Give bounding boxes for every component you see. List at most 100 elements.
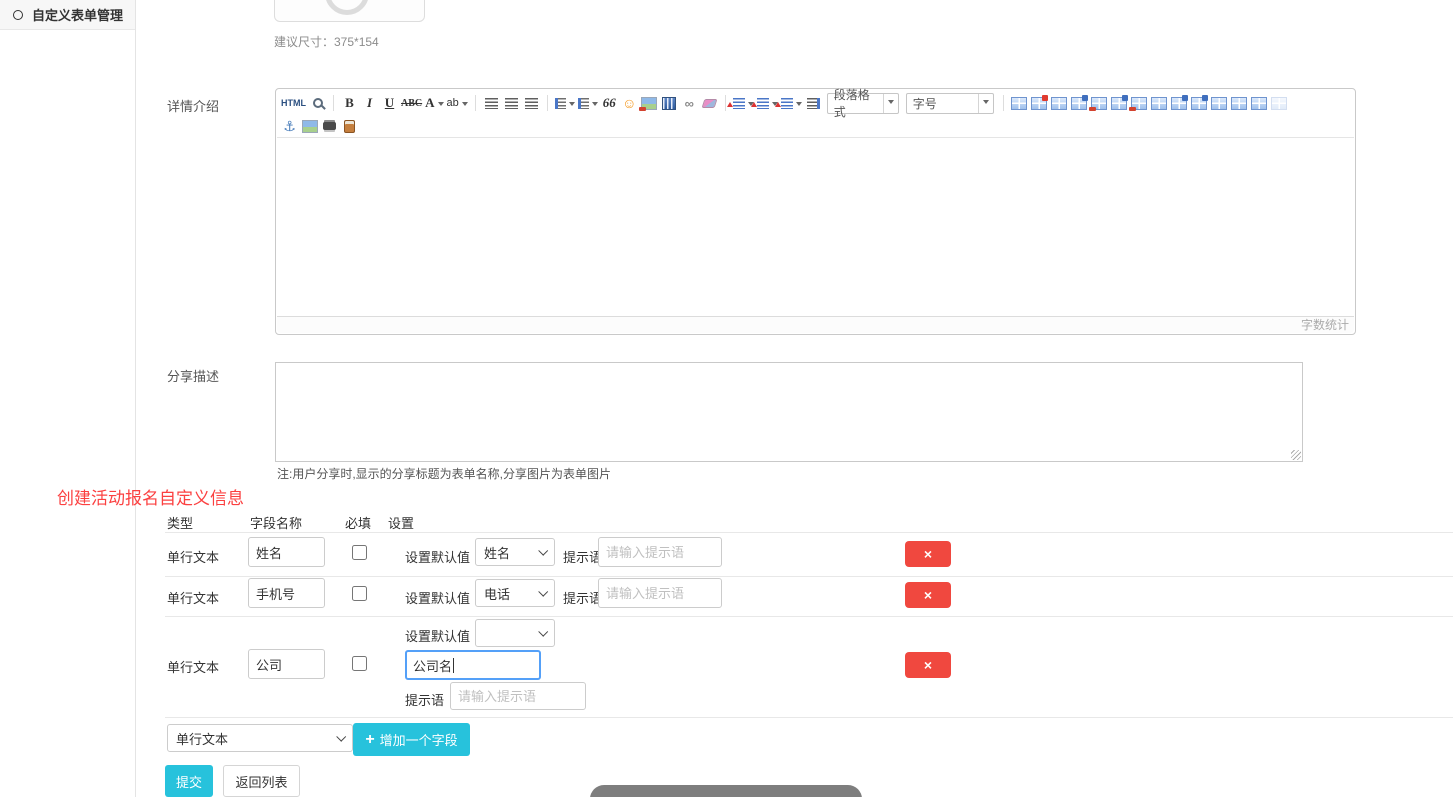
row-type-label: 单行文本 [167,588,219,607]
chevron-down-icon [538,627,548,637]
merge-cells-button[interactable] [1151,94,1168,113]
default-value-select[interactable]: 姓名 [475,538,555,566]
anchor-button[interactable]: ⚓ [281,117,298,136]
sidebar-item-custom-form-management[interactable]: 自定义表单管理 [0,0,135,30]
insert-table-button[interactable] [1011,94,1028,113]
new-field-type-select[interactable]: 单行文本 [167,724,353,752]
prompt-input[interactable] [450,682,586,710]
prompt-input[interactable] [598,537,722,567]
ordered-list-button[interactable] [555,94,575,113]
field-name-input[interactable] [248,578,325,608]
share-note: 注:用户分享时,显示的分享标题为表单名称,分享图片为表单图片 [277,465,611,482]
field-name-input[interactable] [248,649,325,679]
paste-button[interactable] [341,117,358,136]
insert-row-above-button[interactable] [1191,94,1208,113]
add-field-button[interactable]: + 增加一个字段 [353,723,470,756]
row-type-label: 单行文本 [167,657,219,676]
row-type-label: 单行文本 [167,547,219,566]
word-count-label: 字数统计 [1301,318,1349,332]
delete-row-button[interactable]: × [905,652,951,678]
editor-status-bar: 字数统计 [277,316,1354,333]
letter-spacing-button[interactable] [781,94,802,113]
link-button[interactable]: ∞ [681,94,698,113]
table-properties-button[interactable] [1051,94,1068,113]
remove-format-button[interactable] [701,94,718,113]
insert-column-button[interactable] [1111,94,1128,113]
default-value-label: 设置默认值 [405,626,470,645]
disabled-table-tool-button [1271,94,1288,113]
delete-row-button[interactable]: × [905,582,951,608]
preview-icon[interactable] [309,94,326,113]
share-desc-textarea[interactable] [275,362,1303,462]
col-header-required: 必填 [345,513,371,532]
rich-text-editor: HTML B I U ABC A ab 66 ☺ ∞ [275,88,1356,335]
align-left-button[interactable] [483,94,500,113]
underline-button[interactable]: U [381,94,398,113]
toolbar-separator [475,95,476,111]
delete-column-button[interactable] [1131,94,1148,113]
chevron-down-icon [538,587,548,597]
font-color-button[interactable]: A [425,94,443,113]
toolbar-separator [725,95,726,111]
emoticon-button[interactable]: ☺ [621,94,638,113]
text-cursor [453,658,454,673]
detail-intro-label: 详情介绍 [167,96,219,115]
toast-notification-edge [590,785,862,797]
delete-table-button[interactable] [1031,94,1048,113]
submit-button[interactable]: 提交 [165,765,213,797]
insert-image-button[interactable] [641,94,658,113]
prompt-label: 提示语 [405,690,444,709]
column-properties-button[interactable] [1251,94,1268,113]
prompt-input[interactable] [598,578,722,608]
image-map-button[interactable] [301,117,318,136]
row-properties-button[interactable] [1231,94,1248,113]
editor-toolbar-row-2: ⚓ [281,115,1350,137]
strikethrough-button[interactable]: ABC [401,94,422,113]
italic-button[interactable]: I [361,94,378,113]
cell-properties-button[interactable] [1071,94,1088,113]
indent-button[interactable] [805,94,822,113]
delete-row-button[interactable] [1091,94,1108,113]
blockquote-button[interactable]: 66 [601,94,618,113]
align-right-button[interactable] [523,94,540,113]
toolbar-separator [333,95,334,111]
default-value-label: 设置默认值 [405,588,470,607]
delete-row-button[interactable]: × [905,541,951,567]
paragraph-format-select[interactable]: 段落格式 [827,93,899,114]
chevron-down-icon [336,732,346,742]
row-divider [165,717,1453,718]
required-checkbox[interactable] [352,545,367,560]
row-divider [165,616,1453,617]
align-center-button[interactable] [503,94,520,113]
required-checkbox[interactable] [352,586,367,601]
html-source-button[interactable]: HTML [281,94,306,113]
field-name-input[interactable] [248,537,325,567]
col-header-type: 类型 [167,513,193,532]
font-size-select[interactable]: 字号 [906,93,994,114]
row-divider [165,576,1453,577]
share-desc-label: 分享描述 [167,366,219,385]
default-value-select[interactable] [475,619,555,647]
sidebar-item-label: 自定义表单管理 [32,5,123,24]
back-to-list-button[interactable]: 返回列表 [223,765,300,797]
bold-button[interactable]: B [341,94,358,113]
prompt-label: 提示语 [563,588,602,607]
upload-size-hint: 建议尺寸：375*154 [274,33,379,50]
default-value-input-focused[interactable]: 公司名 [405,650,541,680]
toolbar-separator [547,95,548,111]
default-value-select[interactable]: 电话 [475,579,555,607]
plus-icon: + [365,732,374,748]
unordered-list-button[interactable] [578,94,598,113]
custom-form-edit-page: 自定义表单管理 建议尺寸：375*154 详情介绍 HTML B I U ABC… [0,0,1453,797]
required-checkbox[interactable] [352,656,367,671]
row-divider [165,532,1453,533]
col-header-field-name: 字段名称 [250,513,302,532]
circle-icon [13,10,23,20]
highlight-button[interactable]: ab [447,94,468,113]
chevron-down-icon [538,546,548,556]
insert-video-button[interactable] [661,94,678,113]
print-button[interactable] [321,117,338,136]
insert-row-below-button[interactable] [1211,94,1228,113]
split-cell-button[interactable] [1171,94,1188,113]
editor-content-area[interactable] [277,137,1354,316]
